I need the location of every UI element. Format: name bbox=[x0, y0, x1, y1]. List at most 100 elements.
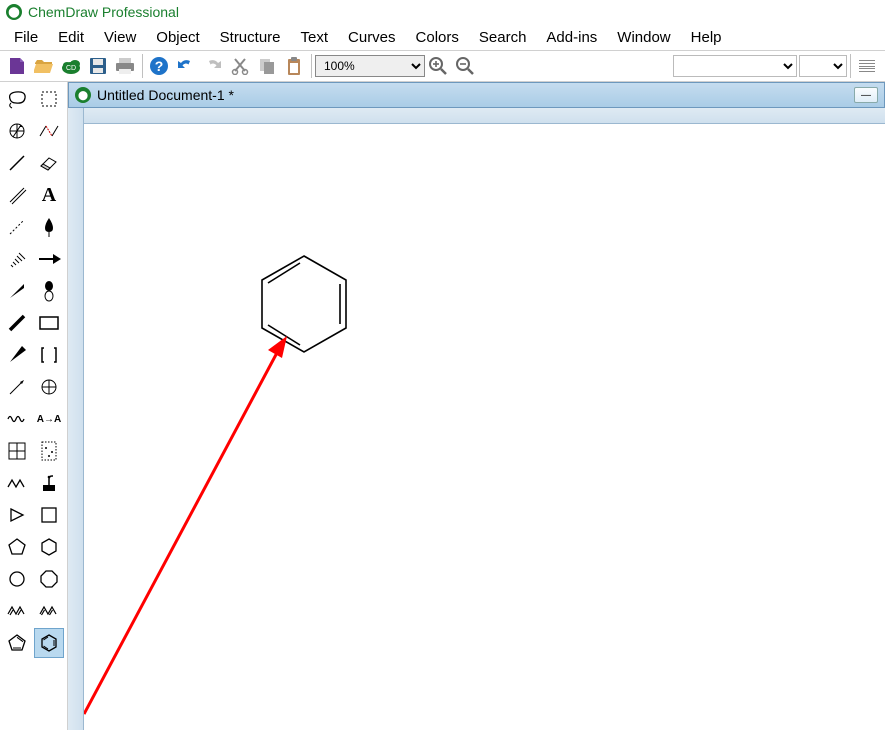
menu-window[interactable]: Window bbox=[607, 26, 680, 49]
main-area: A A→A ⬤ Untitled Doc bbox=[0, 82, 885, 730]
orbital-tool[interactable] bbox=[34, 276, 64, 306]
document-title: Untitled Document-1 * bbox=[97, 87, 234, 103]
undo-button[interactable] bbox=[173, 53, 199, 79]
paste-icon bbox=[286, 56, 302, 76]
font-size-select[interactable] bbox=[799, 55, 847, 77]
circle-tool[interactable] bbox=[2, 564, 32, 594]
justify-icon bbox=[859, 60, 875, 72]
bracket-tool[interactable] bbox=[34, 340, 64, 370]
rectangle-tool[interactable] bbox=[34, 500, 64, 530]
tlc-tool[interactable] bbox=[34, 436, 64, 466]
app-title: ChemDraw Professional bbox=[28, 4, 179, 20]
wavy-bond-tool[interactable] bbox=[2, 340, 32, 370]
squiggle-tool[interactable] bbox=[2, 404, 32, 434]
eraser-tool[interactable] bbox=[34, 148, 64, 178]
zoom-select[interactable]: 100% bbox=[315, 55, 425, 77]
save-button[interactable] bbox=[85, 53, 111, 79]
bold-bond-tool[interactable] bbox=[2, 308, 32, 338]
menu-addins[interactable]: Add-ins bbox=[536, 26, 607, 49]
table-tool[interactable] bbox=[2, 436, 32, 466]
help-icon: ? bbox=[149, 56, 169, 76]
new-document-button[interactable] bbox=[4, 53, 30, 79]
svg-text:CD: CD bbox=[66, 65, 76, 72]
struct-perspective-tool[interactable] bbox=[2, 116, 32, 146]
hashed-bond-tool[interactable] bbox=[2, 244, 32, 274]
octagon-tool[interactable] bbox=[34, 564, 64, 594]
zoom-out-button[interactable] bbox=[452, 53, 478, 79]
menu-view[interactable]: View bbox=[94, 26, 146, 49]
menu-edit[interactable]: Edit bbox=[48, 26, 94, 49]
hexagon-tool[interactable] bbox=[34, 532, 64, 562]
canvas-svg bbox=[84, 124, 885, 730]
cloud-icon: CD bbox=[60, 57, 82, 75]
pentagon-tool[interactable] bbox=[2, 532, 32, 562]
menu-object[interactable]: Object bbox=[146, 26, 209, 49]
annotation-arrow bbox=[84, 336, 287, 714]
menu-text[interactable]: Text bbox=[291, 26, 339, 49]
open-button[interactable] bbox=[31, 53, 57, 79]
lasso-tool[interactable] bbox=[2, 84, 32, 114]
zoom-out-icon bbox=[455, 56, 475, 76]
justify-button[interactable] bbox=[854, 53, 880, 79]
marquee-tool[interactable] bbox=[34, 84, 64, 114]
drawing-box-tool[interactable] bbox=[34, 308, 64, 338]
zoom-in-icon bbox=[428, 56, 448, 76]
dashed-bond-tool[interactable] bbox=[2, 212, 32, 242]
svg-text:?: ? bbox=[155, 58, 164, 74]
menu-file[interactable]: File bbox=[4, 26, 48, 49]
template-tool[interactable] bbox=[34, 468, 64, 498]
paste-button[interactable] bbox=[281, 53, 307, 79]
redo-button[interactable] bbox=[200, 53, 226, 79]
fragment-tool[interactable] bbox=[34, 116, 64, 146]
toolbar-separator bbox=[311, 54, 312, 78]
menu-help[interactable]: Help bbox=[681, 26, 732, 49]
benzene-tool[interactable] bbox=[34, 628, 64, 658]
atom-label-tool[interactable]: A→A bbox=[34, 404, 64, 434]
undo-icon bbox=[176, 58, 196, 74]
cut-button[interactable] bbox=[227, 53, 253, 79]
wedge-bond-tool[interactable] bbox=[2, 276, 32, 306]
tool-palette: A A→A bbox=[0, 82, 68, 730]
menu-bar: File Edit View Object Structure Text Cur… bbox=[0, 24, 885, 50]
chain-tool[interactable] bbox=[2, 468, 32, 498]
main-toolbar: CD ? 100% bbox=[0, 50, 885, 82]
drawing-canvas[interactable] bbox=[84, 124, 885, 730]
minimize-button[interactable]: — bbox=[854, 87, 878, 103]
menu-curves[interactable]: Curves bbox=[338, 26, 406, 49]
triangle-tool[interactable] bbox=[2, 500, 32, 530]
save-icon bbox=[89, 57, 107, 75]
arrow-tool[interactable] bbox=[34, 244, 64, 274]
copy-icon bbox=[258, 57, 276, 75]
menu-colors[interactable]: Colors bbox=[406, 26, 469, 49]
cyclopentadiene-tool[interactable] bbox=[2, 596, 32, 626]
toolbar-separator bbox=[142, 54, 143, 78]
cyclopentadiene-ring-tool[interactable] bbox=[2, 628, 32, 658]
menu-search[interactable]: Search bbox=[469, 26, 537, 49]
cut-icon bbox=[231, 57, 249, 75]
document-icon: ⬤ bbox=[75, 87, 91, 103]
pen-tool[interactable] bbox=[34, 212, 64, 242]
copy-button[interactable] bbox=[254, 53, 280, 79]
chemical-symbol-tool[interactable] bbox=[34, 372, 64, 402]
new-document-icon bbox=[8, 56, 26, 76]
solid-bond-tool[interactable] bbox=[2, 148, 32, 178]
dative-bond-tool[interactable] bbox=[2, 372, 32, 402]
open-cloud-button[interactable]: CD bbox=[58, 53, 84, 79]
document-area: ⬤ Untitled Document-1 * — bbox=[68, 82, 885, 730]
app-icon: ⬤ bbox=[6, 4, 22, 20]
benzene-structure[interactable] bbox=[262, 256, 346, 352]
open-icon bbox=[34, 57, 54, 75]
print-button[interactable] bbox=[112, 53, 138, 79]
vertical-ruler[interactable] bbox=[68, 108, 84, 730]
polyene-tool[interactable] bbox=[34, 596, 64, 626]
menu-structure[interactable]: Structure bbox=[210, 26, 291, 49]
multiple-bond-tool[interactable] bbox=[2, 180, 32, 210]
text-tool[interactable]: A bbox=[34, 180, 64, 210]
horizontal-ruler[interactable] bbox=[84, 108, 885, 124]
font-select[interactable] bbox=[673, 55, 797, 77]
document-titlebar[interactable]: ⬤ Untitled Document-1 * — bbox=[68, 82, 885, 108]
help-button[interactable]: ? bbox=[146, 53, 172, 79]
zoom-in-button[interactable] bbox=[425, 53, 451, 79]
title-bar: ⬤ ChemDraw Professional bbox=[0, 0, 885, 24]
window-controls: — bbox=[852, 87, 878, 103]
